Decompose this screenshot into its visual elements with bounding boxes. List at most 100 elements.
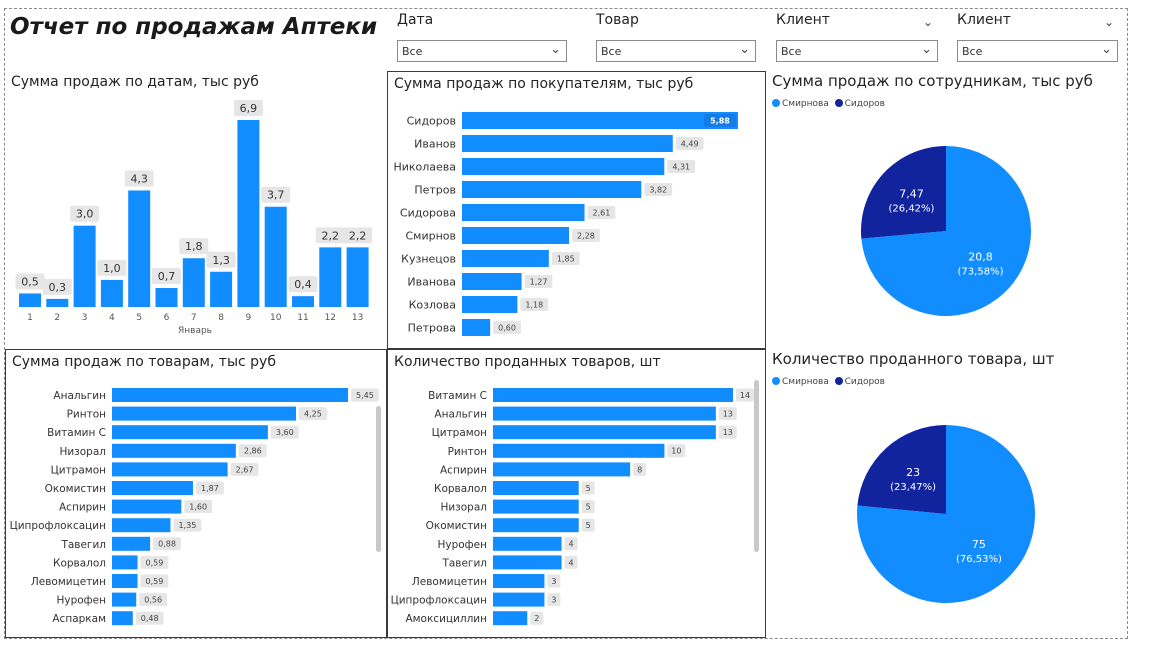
bar[interactable] xyxy=(493,388,733,402)
bar[interactable] xyxy=(493,481,579,495)
chart-sales-by-date[interactable]: Сумма продаж по датам, тыс руб 0,5 1 0,3 2 3… xyxy=(5,70,383,348)
bar[interactable] xyxy=(112,518,171,533)
bar[interactable] xyxy=(112,611,133,626)
slicer-product[interactable]: Товар Все ⌄ xyxy=(596,12,756,62)
chevron-down-icon: ⌄ xyxy=(550,42,561,57)
data-label: 6,9 xyxy=(240,102,258,115)
x-tick-label: 12 xyxy=(325,313,336,323)
data-label: 1,18 xyxy=(525,300,543,309)
bar[interactable] xyxy=(112,481,193,495)
bar[interactable] xyxy=(112,499,182,514)
x-tick-label: 9 xyxy=(246,313,252,323)
bar[interactable] xyxy=(182,258,205,307)
chart-sales-by-customer[interactable]: Сумма продаж по покупателям, тыс руб Сид… xyxy=(387,71,766,349)
bar[interactable] xyxy=(19,293,41,307)
bar[interactable] xyxy=(112,443,236,458)
bar[interactable] xyxy=(112,536,151,551)
bar[interactable] xyxy=(493,499,579,514)
data-label: 4 xyxy=(569,558,574,567)
bar[interactable] xyxy=(112,388,348,402)
category-label: Аспирин xyxy=(440,464,487,476)
pie-slice[interactable] xyxy=(857,425,946,514)
bar[interactable] xyxy=(493,555,562,570)
chart-quantity-by-employee[interactable]: Количество проданного товара, шт Смирнов… xyxy=(766,346,1126,636)
slicer-client-1[interactable]: Клиент ⌄ Все ⌄ xyxy=(776,12,938,62)
chart-product-quantity[interactable]: Количество проданных товаров, шт Витамин… xyxy=(387,349,766,638)
category-label: Николаева xyxy=(393,161,456,174)
bar[interactable] xyxy=(493,443,665,458)
category-label: Анальгин xyxy=(53,390,106,402)
data-label: 0,7 xyxy=(158,270,176,283)
bar[interactable] xyxy=(237,120,260,307)
data-label: 3,82 xyxy=(649,185,667,194)
bar[interactable] xyxy=(112,462,228,477)
bar[interactable] xyxy=(210,271,233,307)
bar[interactable] xyxy=(112,574,138,588)
slice-percent-label: (73,58%) xyxy=(958,267,1004,278)
bar[interactable] xyxy=(493,592,545,607)
bar[interactable] xyxy=(346,247,369,307)
data-label: 1,85 xyxy=(557,254,575,263)
bar[interactable] xyxy=(112,425,268,440)
bar[interactable] xyxy=(319,247,342,307)
data-label: 3 xyxy=(551,595,556,604)
bar[interactable] xyxy=(493,518,579,533)
bar[interactable] xyxy=(462,181,642,198)
bar[interactable] xyxy=(292,296,314,307)
bar[interactable] xyxy=(112,406,297,421)
category-label: Смирнов xyxy=(405,230,456,243)
data-label: 13 xyxy=(723,428,733,437)
chart-sales-by-product[interactable]: Сумма продаж по товарам, тыс руб Анальги… xyxy=(5,349,387,638)
slicer-dropdown[interactable]: Все ⌄ xyxy=(596,40,756,62)
bar[interactable] xyxy=(100,279,123,307)
slicer-date[interactable]: Дата Все ⌄ xyxy=(397,12,569,62)
sales-by-employee-pie[interactable]: 20,8 (73,58%) 7,47 (26,42%) xyxy=(766,68,1126,346)
bar[interactable] xyxy=(493,611,528,626)
product-quantity-plot[interactable]: Витамин С 14 Анальгин 13 Цитрамон 13 Ринтон 10 А… xyxy=(388,350,765,637)
bar[interactable] xyxy=(493,462,631,477)
category-label: Амоксициллин xyxy=(405,613,487,625)
scrollbar[interactable] xyxy=(376,406,381,552)
bar[interactable] xyxy=(493,425,716,440)
chart-sales-by-employee[interactable]: Сумма продаж по сотрудникам, тыс руб Сми… xyxy=(766,68,1126,346)
chevron-down-icon[interactable]: ⌄ xyxy=(923,15,933,29)
bar[interactable] xyxy=(264,206,287,307)
bar[interactable] xyxy=(462,296,518,313)
bar[interactable] xyxy=(46,298,69,307)
bar[interactable] xyxy=(493,406,716,421)
slicer-dropdown[interactable]: Все ⌄ xyxy=(776,40,938,62)
data-label: 5 xyxy=(586,502,591,511)
data-label: 1,3 xyxy=(212,254,230,267)
scrollbar[interactable] xyxy=(754,380,759,552)
bar[interactable] xyxy=(493,536,562,551)
bar[interactable] xyxy=(112,555,138,570)
quantity-by-employee-pie[interactable]: 75 (76,53%) 23 (23,47%) xyxy=(766,346,1126,636)
slicer-value: Все xyxy=(402,45,423,58)
bar[interactable] xyxy=(112,592,137,607)
bar[interactable] xyxy=(462,250,549,267)
bar[interactable] xyxy=(462,158,665,175)
bar[interactable] xyxy=(462,227,570,244)
data-label: 3,0 xyxy=(76,208,94,221)
slicer-client-2[interactable]: Клиент ⌄ Все ⌄ xyxy=(957,12,1119,62)
bar[interactable] xyxy=(462,204,585,221)
bar[interactable] xyxy=(462,319,491,336)
slicer-dropdown[interactable]: Все ⌄ xyxy=(957,40,1118,62)
slicer-dropdown[interactable]: Все ⌄ xyxy=(397,40,567,62)
category-label: Низорал xyxy=(59,446,106,458)
sales-by-customer-plot[interactable]: Сидоров 5,88 Иванов 4,49 Николаева 4,31 Петров… xyxy=(388,72,765,348)
slicer-label: Клиент xyxy=(776,12,830,28)
sales-by-date-plot[interactable]: 0,5 1 0,3 2 3,0 3 1,0 4 4,3 5 0,7 6 1,8 7 1,3 8 6,9 9 3,7 1… xyxy=(5,70,383,348)
data-label: 13 xyxy=(723,409,733,418)
bar[interactable] xyxy=(462,273,522,290)
chevron-down-icon[interactable]: ⌄ xyxy=(1104,15,1114,29)
bar[interactable] xyxy=(462,112,738,129)
bar[interactable] xyxy=(73,225,96,307)
data-label: 2,2 xyxy=(349,229,367,242)
bar[interactable] xyxy=(128,190,151,307)
bar[interactable] xyxy=(493,574,545,588)
category-label: Козлова xyxy=(409,299,456,312)
bar[interactable] xyxy=(155,288,178,307)
sales-by-product-plot[interactable]: Анальгин 5,45 Ринтон 4,25 Витамин С 3,60 Низор… xyxy=(6,350,386,637)
bar[interactable] xyxy=(462,135,673,152)
